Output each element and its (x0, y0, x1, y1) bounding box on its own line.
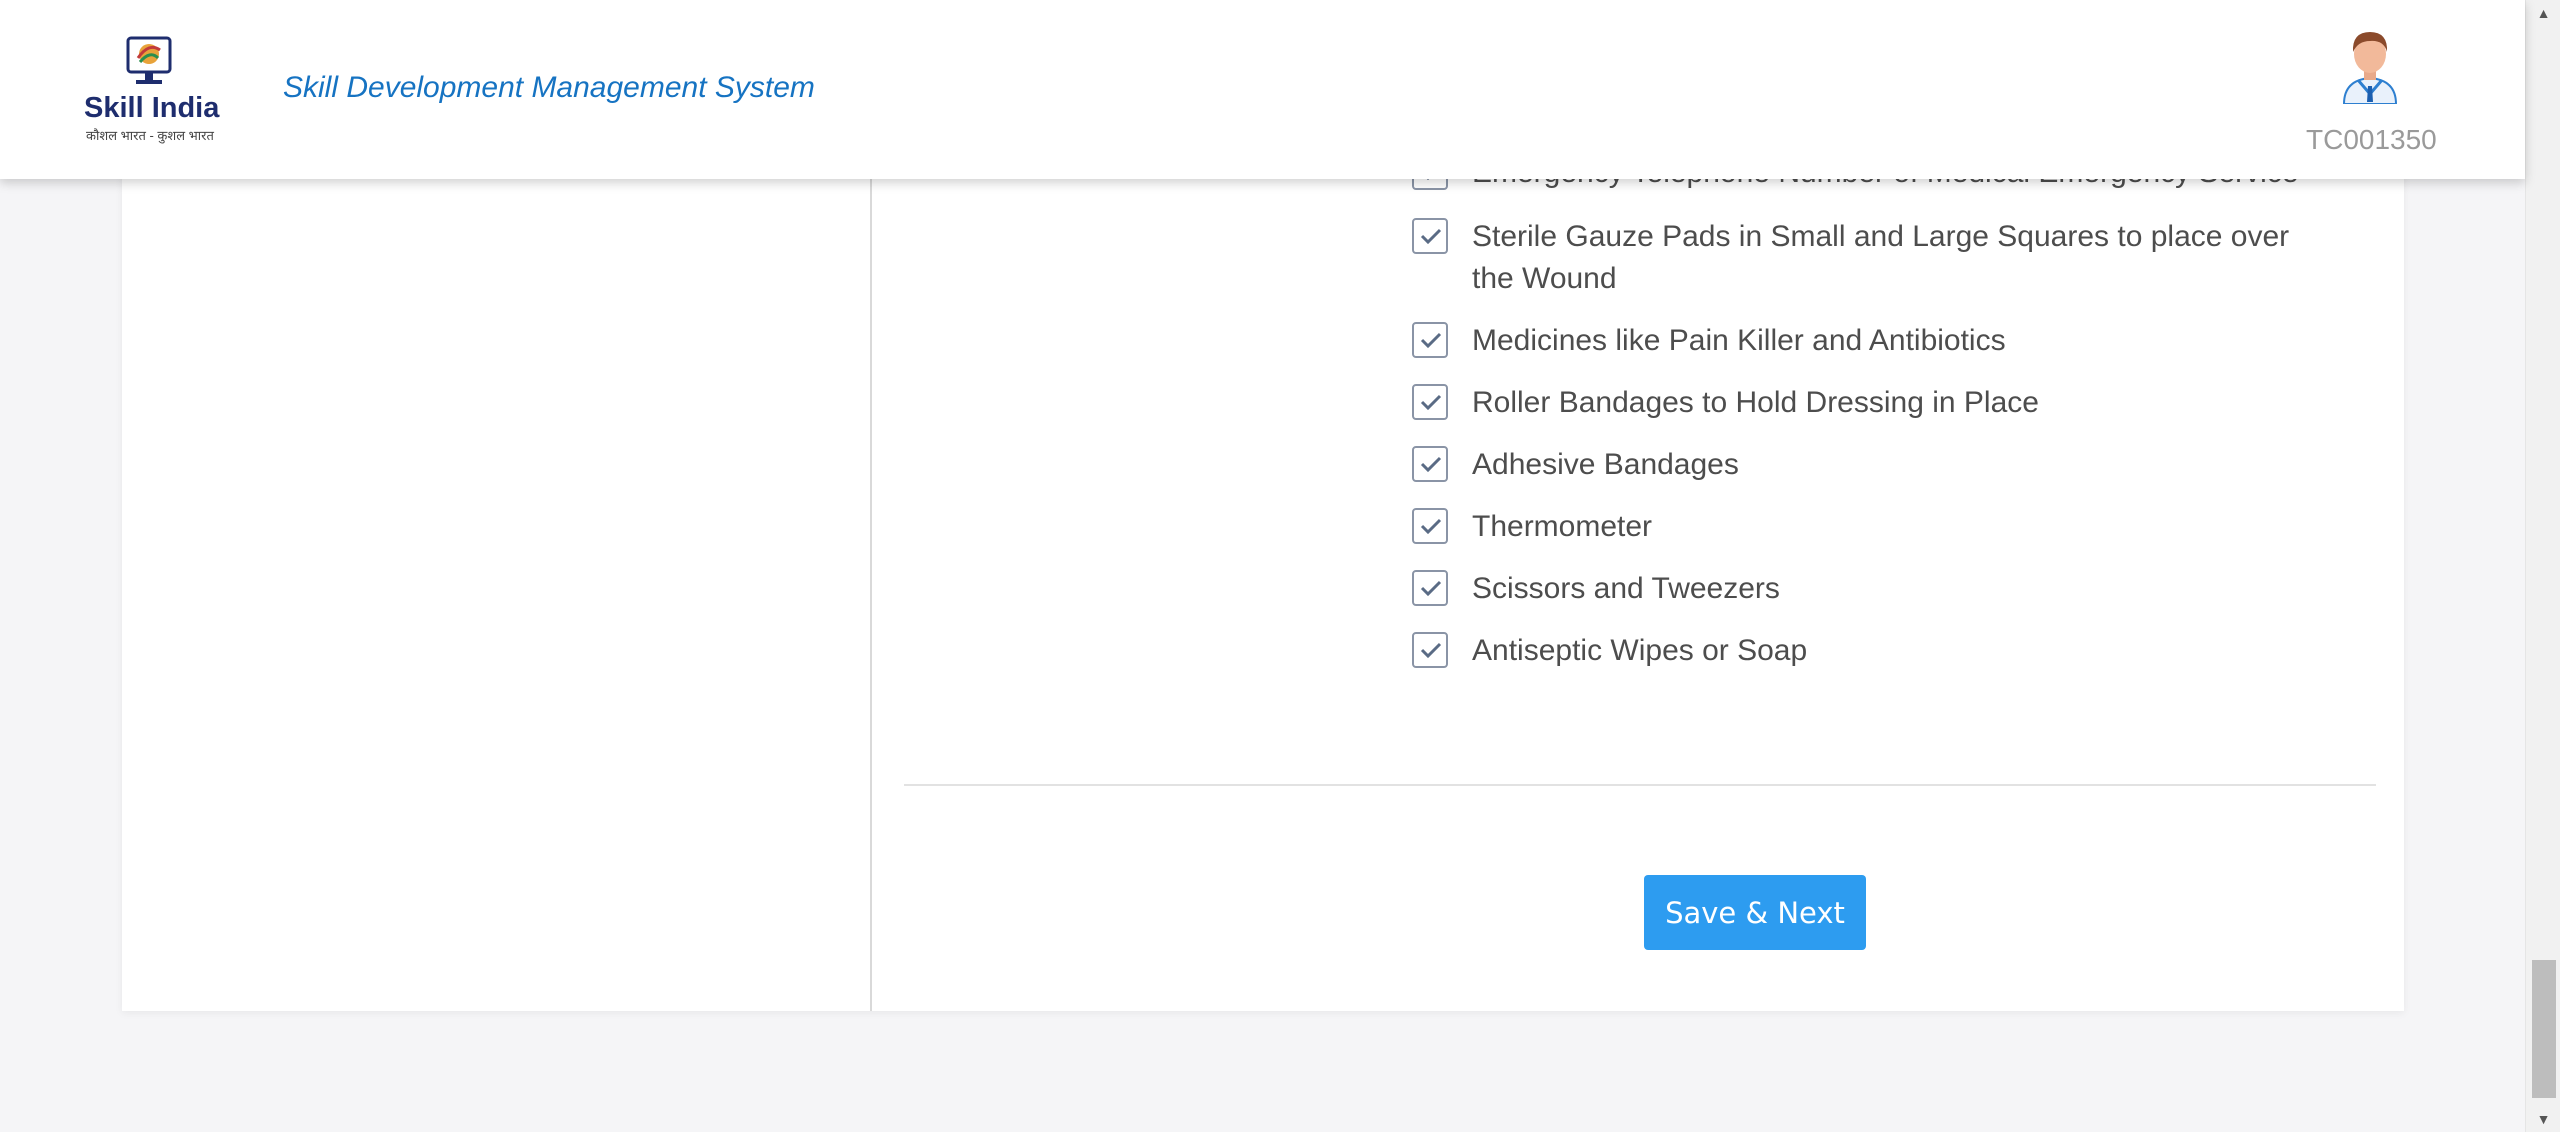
checklist-item-label: Medicines like Pain Killer and Antibioti… (1472, 324, 2006, 357)
checklist-item-label: Sterile Gauze Pads in Small and Large Sq… (1472, 220, 2290, 295)
checkbox-sterile-gauze-pads[interactable] (1412, 218, 1448, 254)
logo-tagline: कौशल भारत - कुशल भारत (86, 128, 214, 143)
check-icon (1420, 642, 1442, 659)
checkbox-scissors-tweezers[interactable] (1412, 570, 1448, 606)
first-aid-checklist: Emergency Telephone Number of Medical Em… (1412, 152, 2312, 692)
check-icon (1420, 518, 1442, 535)
save-and-next-button[interactable]: Save & Next (1644, 875, 1866, 950)
skill-india-logo-icon (126, 36, 172, 84)
checklist-item: Medicines like Pain Killer and Antibioti… (1412, 320, 2312, 362)
skill-india-logo[interactable]: Skill India कौशल भारत - कुशल भारत (84, 36, 220, 146)
checklist-item-label: Antiseptic Wipes or Soap (1472, 634, 1808, 667)
checklist-item: Antiseptic Wipes or Soap (1412, 630, 2312, 672)
user-avatar-icon[interactable] (2338, 28, 2402, 104)
form-divider (904, 784, 2376, 786)
checklist-item-label: Adhesive Bandages (1472, 448, 1739, 481)
scrollbar-thumb[interactable] (2532, 960, 2556, 1098)
checkbox-antiseptic-wipes[interactable] (1412, 632, 1448, 668)
checklist-item: Adhesive Bandages (1412, 444, 2312, 486)
scroll-up-icon[interactable]: ▲ (2526, 2, 2560, 24)
check-icon (1420, 456, 1442, 473)
checklist-item: Thermometer (1412, 506, 2312, 548)
check-icon (1420, 394, 1442, 411)
check-icon (1420, 580, 1442, 597)
user-id: TC001350 (2306, 124, 2437, 155)
check-icon (1420, 228, 1442, 245)
check-icon (1420, 332, 1442, 349)
checkbox-adhesive-bandages[interactable] (1412, 446, 1448, 482)
checklist-item-label: Thermometer (1472, 510, 1653, 543)
checkbox-thermometer[interactable] (1412, 508, 1448, 544)
checklist-item: Scissors and Tweezers (1412, 568, 2312, 610)
page-scrollbar[interactable]: ▲ ▼ (2525, 0, 2560, 1132)
scroll-down-icon[interactable]: ▼ (2526, 1108, 2560, 1130)
checklist-item-label: Scissors and Tweezers (1472, 572, 1780, 605)
top-header: Skill India कौशल भारत - कुशल भारत Skill … (0, 0, 2525, 179)
checklist-item: Sterile Gauze Pads in Small and Large Sq… (1412, 216, 2312, 300)
checklist-item: Roller Bandages to Hold Dressing in Plac… (1412, 382, 2312, 424)
checkbox-roller-bandages[interactable] (1412, 384, 1448, 420)
checklist-item-label: Roller Bandages to Hold Dressing in Plac… (1472, 386, 2039, 419)
checkbox-medicines[interactable] (1412, 322, 1448, 358)
app-title: Skill Development Management System (283, 71, 815, 104)
logo-text: Skill India (84, 92, 220, 124)
